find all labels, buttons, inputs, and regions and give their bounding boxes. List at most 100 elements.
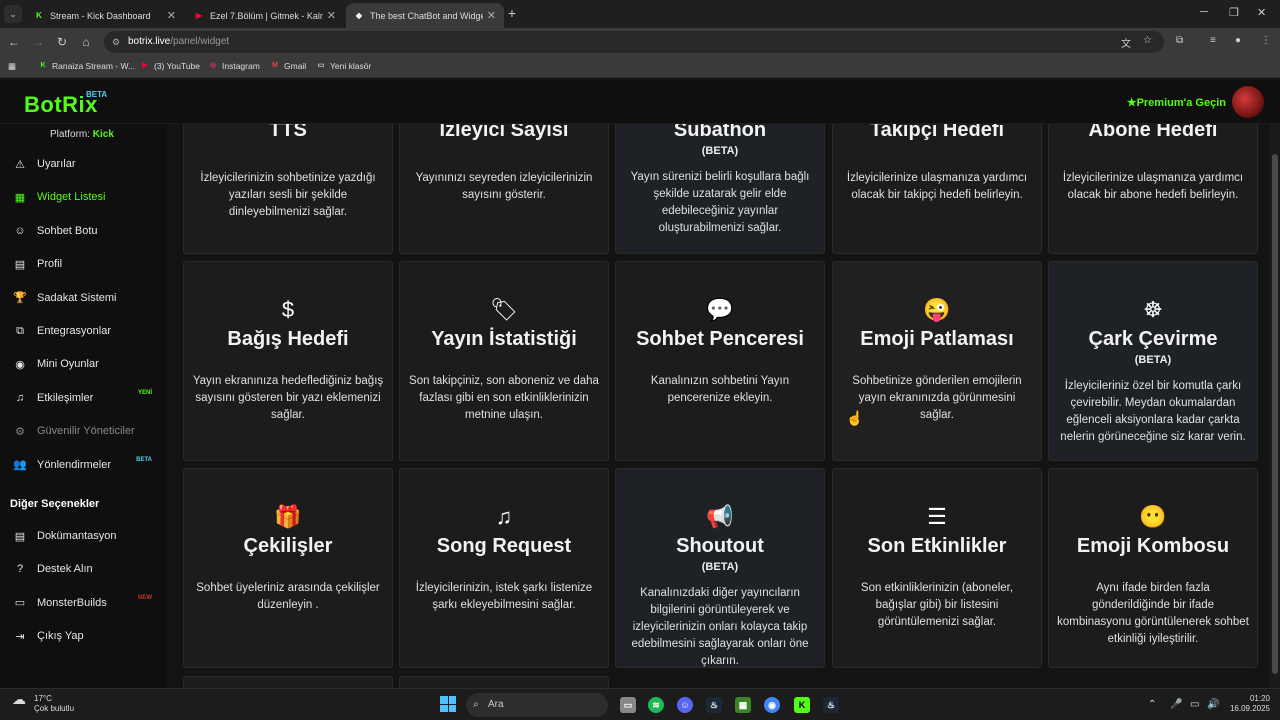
apps-grid-icon[interactable]: ▦ [8,61,16,72]
sidebar-item-icon: ▤ [14,530,26,543]
tab-close-icon[interactable]: ✕ [167,9,176,22]
chrome-icon[interactable]: ◉ [764,697,780,713]
profile-icon[interactable]: ● [1235,35,1241,46]
browser-tab[interactable]: ▶ Ezel 7.Bölüm | Gitmek - Kalmak ✕ [186,3,344,28]
sidebar-item[interactable]: ▦ Widget Listesi [12,187,162,207]
network-icon[interactable]: ▭ [1190,699,1199,710]
start-button[interactable] [440,696,456,712]
tab-close-icon[interactable]: ✕ [327,9,336,22]
reading-list-icon[interactable]: ≡ [1210,35,1216,46]
microphone-icon[interactable]: 🎤 [1170,699,1182,710]
widget-card[interactable]: 📢 Shoutout (BETA) Kanalınızdaki diğer yayın… [615,468,825,668]
url-input[interactable]: ⚙ botrix.live/panel/widget [104,31,1164,53]
widget-card-title: Shoutout [676,535,764,557]
weather-temp: 17°C [34,694,52,703]
user-avatar[interactable] [1232,86,1264,118]
forward-icon[interactable]: → [30,34,46,50]
widget-card[interactable]: ☸ Çark Çevirme (BETA) İzleyicileriniz özel … [1048,261,1258,461]
tray-chevron-icon[interactable]: ⌃ [1148,699,1156,710]
page-scrollbar[interactable] [1270,124,1280,688]
search-icon: ⌕ [473,699,479,710]
bookmark-item[interactable]: ▶ (3) YouTube [140,61,200,71]
new-tab-button[interactable]: + [504,5,520,21]
widget-card-description: Son takipçiniz, son aboneniz ve daha faz… [409,375,599,421]
widget-card[interactable]: $ Bağış Hedefi Yayın ekranınıza hedeflediğ… [183,261,393,461]
widget-card[interactable]: 🎁 Çekilişler Sohbet üyeleriniz arasında çe… [183,468,393,668]
sidebar-item[interactable]: ▤ Profil [12,254,162,274]
bookmark-label: (3) YouTube [154,61,200,71]
sidebar-item[interactable]: ☺ Sohbet Botu [12,221,162,241]
widget-card[interactable]: 😶 Emoji Kombosu Aynı ifade birden fazla gö… [1048,468,1258,668]
sidebar-item[interactable]: 🏆 Sadakat Sistemi [12,288,162,308]
tab-close-icon[interactable]: ✕ [487,9,496,22]
reload-icon[interactable]: ↻ [54,34,70,50]
back-icon[interactable]: ← [6,34,22,50]
kick-app-icon[interactable]: K [794,697,810,713]
sidebar-item-label: Sadakat Sistemi [37,291,117,304]
widget-card-icon: ☰ [927,504,947,529]
sidebar-item[interactable]: ♫ Etkileşimler YENİ [12,388,162,408]
widget-card[interactable]: TTS İzleyicilerinizin sohbetinize yazdığı… [183,124,393,254]
maximize-icon[interactable]: ❐ [1229,6,1239,19]
sidebar-item[interactable]: ⧉ Entegrasyonlar [12,321,162,341]
widget-card[interactable]: 🏷 Yayın İstatistiği Son takipçiniz, son ab… [399,261,609,461]
widget-card[interactable]: Abone Hedefi İzleyicilerinize ulaşmanıza … [1048,124,1258,254]
spotify-icon[interactable]: ≋ [648,697,664,713]
widget-card-description: Sohbet üyeleriniz arasında çekilişler dü… [196,582,380,611]
widget-card[interactable]: ♫ Song Request İzleyicilerinizin, istek şa… [399,468,609,668]
widget-card[interactable]: 💬 Sohbet Penceresi Kanalınızın sohbetini Y… [615,261,825,461]
widget-card-description: İzleyicileriniz özel bir komutla çarkı ç… [1060,380,1246,443]
bookmark-icon: K [40,62,46,69]
sidebar-item[interactable]: ▤ Dokümantasyon [12,526,162,546]
close-window-icon[interactable]: ✕ [1257,6,1266,19]
scrollbar-thumb[interactable] [1272,154,1278,674]
widget-card[interactable]: İzleyici Sayısı Yayınınızı seyreden izley… [399,124,609,254]
widget-card-partial[interactable] [399,676,609,688]
sidebar-item-icon: 👥 [13,459,27,472]
sidebar-item[interactable]: ⇥ Çıkış Yap [12,626,162,646]
widget-card-title: Subathon [673,124,767,141]
sidebar-item-badge: BETA [136,456,152,463]
widget-card[interactable]: 😜 Emoji Patlaması Sohbetinize gönderilen e… [832,261,1042,461]
translate-icon[interactable]: 文 [1121,35,1131,50]
sidebar-item[interactable]: 👥 Yönlendirmeler BETA [12,455,162,475]
widget-card-icon: $ [281,297,295,322]
sidebar-item[interactable]: ⚠ Uyarılar [12,154,162,174]
file-explorer-icon[interactable]: ▭ [620,697,636,713]
sidebar-item-icon: ⧉ [16,324,24,337]
browser-tab[interactable]: K Stream - Kick Dashboard ✕ [26,3,184,28]
extensions-icon[interactable]: ⧉ [1176,35,1183,46]
sidebar-item[interactable]: ▭ MonsterBuilds NEW [12,593,162,613]
steam-icon[interactable]: ♨ [706,697,722,713]
weather-widget[interactable]: ☁ 17°C Çok bulutlu [12,692,74,714]
site-info-icon[interactable]: ⚙ [112,31,120,53]
home-icon[interactable]: ⌂ [78,34,94,50]
widget-card-partial[interactable] [183,676,393,688]
minecraft-icon[interactable]: ▦ [735,697,751,713]
volume-icon[interactable]: 🔊 [1207,699,1219,710]
widget-card[interactable]: ☰ Son Etkinlikler Son etkinliklerinizin (a… [832,468,1042,668]
browser-menu-icon[interactable]: ⋮ [1261,35,1271,46]
widget-card[interactable]: Subathon (BETA) Yayın sürenizi belirli koş… [615,124,825,254]
bookmark-item[interactable]: ◎ Instagram [208,61,260,71]
bookmark-star-icon[interactable]: ☆ [1143,35,1152,46]
system-clock[interactable]: 01:20 16.09.2025 [1230,694,1270,714]
sidebar-item[interactable]: ◉ Mini Oyunlar [12,354,162,374]
steam-2-icon[interactable]: ♨ [823,697,839,713]
bookmark-item[interactable]: ▭ Yeni klasör [316,61,372,71]
bookmark-icon: ◎ [209,62,217,69]
taskbar-search[interactable]: ⌕ Ara [466,693,608,717]
browser-tab[interactable]: ◆ The best ChatBot and Widgets ✕ [346,3,504,28]
bookmark-item[interactable]: K Ranaiza Stream - W... [38,61,135,71]
sidebar-item[interactable]: ? Destek Alın [12,559,162,579]
widget-card-title: Emoji Patlaması [860,328,1014,350]
widget-card-title: Song Request [436,535,572,557]
widget-card[interactable]: Takipçi Hedefi İzleyicilerinize ulaşmanız… [832,124,1042,254]
sidebar-item-icon: ? [16,563,24,576]
discord-icon[interactable]: ☺ [677,697,693,713]
tab-search-button[interactable]: ⌄ [4,5,22,23]
premium-button[interactable]: ★Premium'a Geçin [1127,96,1226,109]
bookmark-item[interactable]: M Gmail [270,61,306,71]
sidebar-item[interactable]: ⚙ Güvenilir Yöneticiler [12,421,162,441]
minimize-icon[interactable]: ─ [1200,6,1208,18]
